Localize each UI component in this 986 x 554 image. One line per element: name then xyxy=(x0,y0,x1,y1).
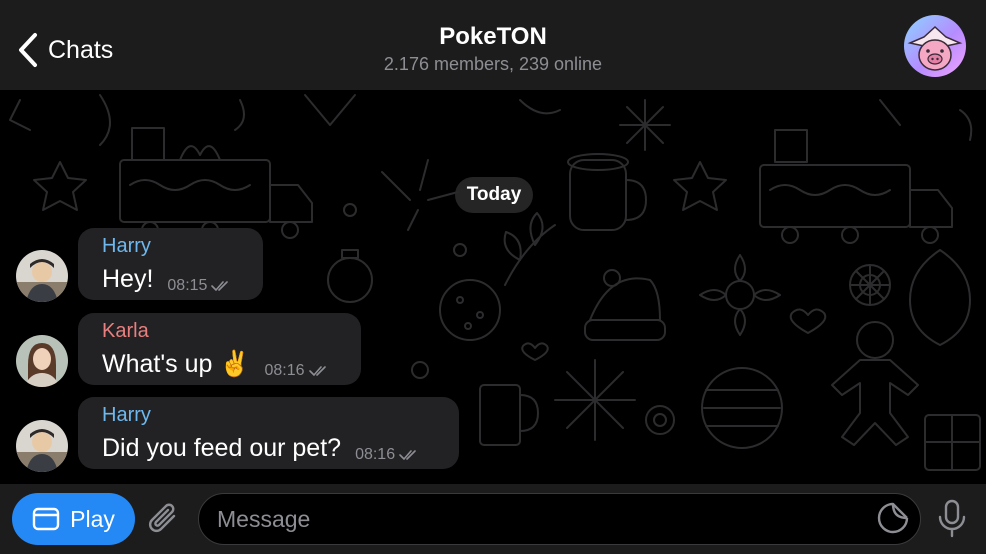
message-time: 08:16 xyxy=(264,362,305,379)
sender-name[interactable]: Karla xyxy=(102,319,345,343)
pig-avatar-icon xyxy=(907,25,963,71)
double-check-icon xyxy=(211,281,229,291)
message-bubble[interactable]: Karla What's up ✌️ 08:16 xyxy=(78,313,361,385)
message-bubble[interactable]: Harry Did you feed our pet? 08:16 xyxy=(78,397,459,469)
paperclip-icon[interactable] xyxy=(146,500,182,540)
chat-title-block[interactable]: PokeTON 2.176 members, 239 online xyxy=(0,22,986,75)
message-input[interactable]: Message xyxy=(198,493,921,545)
window-icon xyxy=(32,507,60,531)
sticker-icon[interactable] xyxy=(876,501,910,535)
avatar[interactable] xyxy=(16,420,68,472)
message-text: Did you feed our pet? xyxy=(102,434,342,462)
message-time: 08:15 xyxy=(167,277,208,294)
message-bubble[interactable]: Harry Hey! 08:15 xyxy=(78,228,263,300)
chat-title: PokeTON xyxy=(439,23,547,50)
avatar[interactable] xyxy=(16,250,68,302)
message-placeholder: Message xyxy=(217,505,311,532)
sender-name[interactable]: Harry xyxy=(102,403,443,427)
date-separator: Today xyxy=(455,177,533,213)
double-check-icon xyxy=(308,366,326,376)
play-label: Play xyxy=(70,505,115,532)
message-time: 08:16 xyxy=(355,446,396,463)
double-check-icon xyxy=(399,450,416,460)
message-text: What's up ✌️ xyxy=(102,350,251,378)
play-button[interactable]: Play xyxy=(12,493,135,545)
input-bar: Play Message xyxy=(0,484,986,554)
message-text: Hey! xyxy=(102,265,154,293)
avatar[interactable] xyxy=(16,335,68,387)
microphone-icon[interactable] xyxy=(936,498,968,538)
chat-subtitle: 2.176 members, 239 online xyxy=(383,54,603,74)
sender-name[interactable]: Harry xyxy=(102,234,247,258)
chat-header: Chats PokeTON 2.176 members, 239 online xyxy=(0,0,986,90)
group-avatar[interactable] xyxy=(904,15,966,77)
